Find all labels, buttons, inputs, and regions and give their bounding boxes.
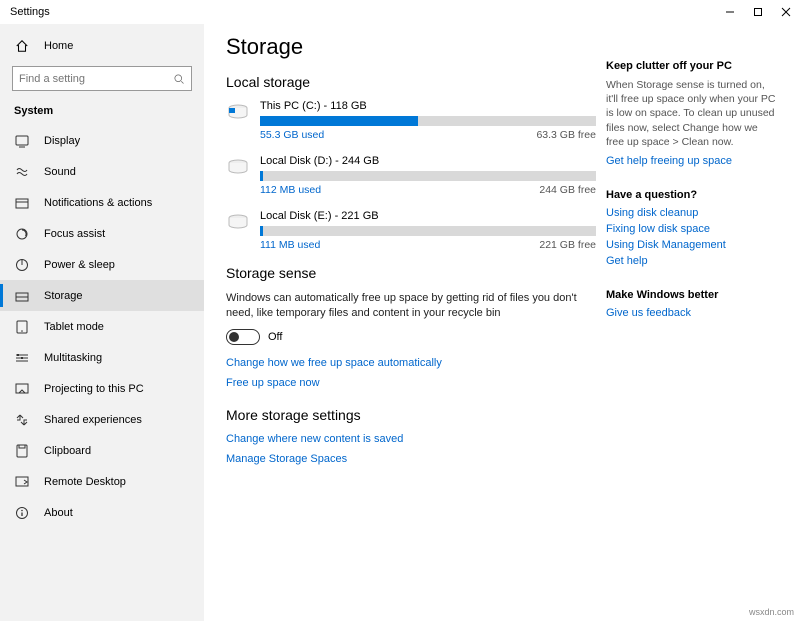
drive-icon bbox=[226, 212, 254, 234]
more-storage-heading: More storage settings bbox=[226, 407, 596, 423]
help-link[interactable]: Get help bbox=[606, 255, 776, 267]
drive-row[interactable]: This PC (C:) - 118 GB 55.3 GB used 63.3 GB… bbox=[226, 100, 596, 141]
drive-free: 244 GB free bbox=[539, 184, 596, 196]
drive-row[interactable]: Local Disk (E:) - 221 GB 111 MB used 221 G… bbox=[226, 210, 596, 251]
drive-free: 63.3 GB free bbox=[536, 129, 596, 141]
nav-icon bbox=[14, 257, 30, 273]
search-box[interactable] bbox=[12, 66, 192, 91]
link-manage-spaces[interactable]: Manage Storage Spaces bbox=[226, 453, 596, 465]
nav-icon bbox=[14, 443, 30, 459]
sidebar-item-remote-desktop[interactable]: Remote Desktop bbox=[0, 466, 204, 497]
sidebar-item-label: Projecting to this PC bbox=[44, 383, 144, 395]
sidebar-item-power-sleep[interactable]: Power & sleep bbox=[0, 249, 204, 280]
nav-icon bbox=[14, 319, 30, 335]
sidebar-item-sound[interactable]: Sound bbox=[0, 156, 204, 187]
sidebar-item-label: Remote Desktop bbox=[44, 476, 126, 488]
help-link[interactable]: Using disk cleanup bbox=[606, 207, 776, 219]
drive-name: Local Disk (E:) - 221 GB bbox=[260, 210, 596, 222]
window-title: Settings bbox=[10, 6, 50, 18]
drive-used: 111 MB used bbox=[260, 239, 320, 251]
sidebar-item-label: Clipboard bbox=[44, 445, 91, 457]
drive-name: Local Disk (D:) - 244 GB bbox=[260, 155, 596, 167]
sidebar-item-tablet-mode[interactable]: Tablet mode bbox=[0, 311, 204, 342]
drive-row[interactable]: Local Disk (D:) - 244 GB 112 MB used 244 G… bbox=[226, 155, 596, 196]
drive-usage-bar bbox=[260, 116, 596, 126]
nav-icon bbox=[14, 381, 30, 397]
sidebar-item-shared-experiences[interactable]: Shared experiences bbox=[0, 404, 204, 435]
keep-clutter-heading: Keep clutter off your PC bbox=[606, 60, 776, 72]
link-change-how[interactable]: Change how we free up space automaticall… bbox=[226, 357, 596, 369]
maximize-button[interactable] bbox=[744, 0, 772, 24]
drive-used: 112 MB used bbox=[260, 184, 321, 196]
sidebar-group-label: System bbox=[0, 99, 204, 125]
sidebar-item-label: Tablet mode bbox=[44, 321, 104, 333]
link-free-up-now[interactable]: Free up space now bbox=[226, 377, 596, 389]
search-input[interactable] bbox=[19, 73, 173, 85]
sidebar-item-focus-assist[interactable]: Focus assist bbox=[0, 218, 204, 249]
sidebar-item-label: About bbox=[44, 507, 73, 519]
nav-icon bbox=[14, 350, 30, 366]
sidebar-item-storage[interactable]: Storage bbox=[0, 280, 204, 311]
make-better-heading: Make Windows better bbox=[606, 289, 776, 301]
drive-icon bbox=[226, 157, 254, 179]
storage-sense-description: Windows can automatically free up space … bbox=[226, 291, 596, 321]
sidebar-item-label: Notifications & actions bbox=[44, 197, 152, 209]
have-question-heading: Have a question? bbox=[606, 189, 776, 201]
sidebar-item-label: Power & sleep bbox=[44, 259, 115, 271]
drive-usage-bar bbox=[260, 226, 596, 236]
search-icon bbox=[173, 73, 185, 85]
sidebar-item-clipboard[interactable]: Clipboard bbox=[0, 435, 204, 466]
page-title: Storage bbox=[226, 34, 596, 60]
sidebar-home-label: Home bbox=[44, 40, 73, 52]
drive-used: 55.3 GB used bbox=[260, 129, 324, 141]
sidebar-item-label: Storage bbox=[44, 290, 83, 302]
drive-name: This PC (C:) - 118 GB bbox=[260, 100, 596, 112]
keep-clutter-text: When Storage sense is turned on, it'll f… bbox=[606, 78, 776, 149]
link-give-feedback[interactable]: Give us feedback bbox=[606, 307, 776, 319]
sidebar-item-notifications-actions[interactable]: Notifications & actions bbox=[0, 187, 204, 218]
minimize-button[interactable] bbox=[716, 0, 744, 24]
sidebar-home[interactable]: Home bbox=[0, 30, 204, 62]
drive-usage-bar bbox=[260, 171, 596, 181]
sidebar-item-label: Shared experiences bbox=[44, 414, 142, 426]
drive-icon bbox=[226, 102, 254, 124]
sidebar-item-label: Display bbox=[44, 135, 80, 147]
nav-icon bbox=[14, 412, 30, 428]
help-link[interactable]: Using Disk Management bbox=[606, 239, 776, 251]
nav-icon bbox=[14, 288, 30, 304]
close-button[interactable] bbox=[772, 0, 800, 24]
drive-free: 221 GB free bbox=[539, 239, 596, 251]
nav-icon bbox=[14, 133, 30, 149]
nav-icon bbox=[14, 505, 30, 521]
home-icon bbox=[14, 39, 30, 53]
sidebar-item-multitasking[interactable]: Multitasking bbox=[0, 342, 204, 373]
storage-sense-heading: Storage sense bbox=[226, 265, 596, 281]
nav-icon bbox=[14, 226, 30, 242]
nav-icon bbox=[14, 474, 30, 490]
toggle-state-label: Off bbox=[268, 331, 282, 343]
sidebar-item-projecting-to-this-pc[interactable]: Projecting to this PC bbox=[0, 373, 204, 404]
sidebar-item-label: Sound bbox=[44, 166, 76, 178]
link-help-freeing[interactable]: Get help freeing up space bbox=[606, 155, 776, 167]
sidebar-item-about[interactable]: About bbox=[0, 497, 204, 528]
titlebar: Settings bbox=[0, 0, 800, 24]
help-link[interactable]: Fixing low disk space bbox=[606, 223, 776, 235]
link-change-where[interactable]: Change where new content is saved bbox=[226, 433, 596, 445]
local-storage-heading: Local storage bbox=[226, 74, 596, 90]
sidebar-item-display[interactable]: Display bbox=[0, 125, 204, 156]
watermark: wsxdn.com bbox=[749, 607, 794, 617]
nav-icon bbox=[14, 195, 30, 211]
sidebar-item-label: Multitasking bbox=[44, 352, 102, 364]
sidebar: Home System Display Sound Notifications & … bbox=[0, 24, 204, 621]
storage-sense-toggle[interactable] bbox=[226, 329, 260, 345]
sidebar-item-label: Focus assist bbox=[44, 228, 105, 240]
nav-icon bbox=[14, 164, 30, 180]
